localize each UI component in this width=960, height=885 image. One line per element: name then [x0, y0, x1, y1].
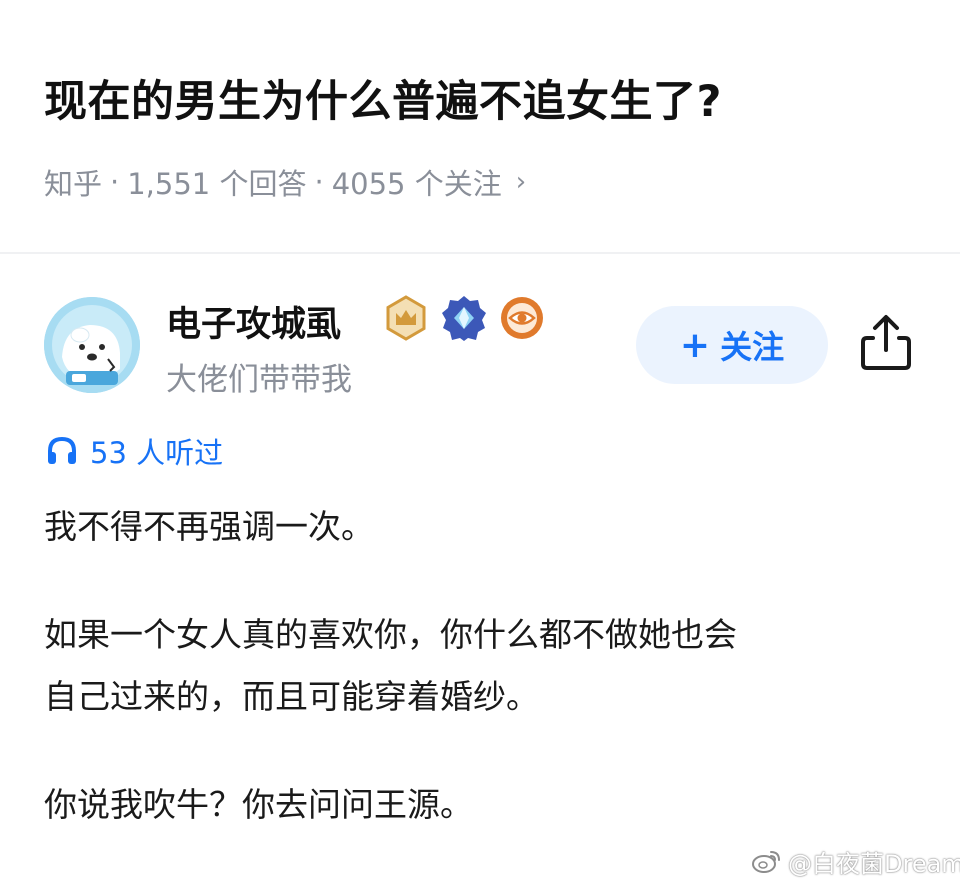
separator-dot: ·: [110, 165, 120, 199]
listen-count-text: 53 人听过: [90, 436, 224, 470]
crown-badge-icon[interactable]: [383, 295, 429, 341]
answers-count: 1,551 个回答: [127, 167, 307, 201]
answer-paragraph: 你说我吹牛？你去问问王源。: [44, 785, 473, 824]
author-avatar[interactable]: [44, 297, 140, 393]
share-icon[interactable]: [855, 312, 917, 374]
question-title[interactable]: 现在的男生为什么普遍不追女生了?: [44, 70, 924, 134]
answer-paragraph: 自己过来的，而且可能穿着婚纱。: [44, 677, 539, 716]
diamond-badge-icon[interactable]: [441, 295, 487, 341]
listen-count[interactable]: 53 人听过: [46, 430, 223, 472]
separator-dot: ·: [314, 165, 324, 199]
answer-paragraph: 我不得不再强调一次。: [44, 507, 374, 546]
divider: [0, 252, 960, 254]
answer-paragraph: 如果一个女人真的喜欢你，你什么都不做她也会: [44, 615, 737, 654]
chevron-right-icon: ›: [515, 167, 527, 197]
source-label: 知乎: [44, 167, 103, 201]
headphones-icon: [48, 436, 76, 464]
eye-badge-icon[interactable]: [499, 295, 545, 341]
author-bio: 大佬们带带我: [166, 362, 352, 398]
weibo-icon: [752, 851, 780, 873]
author-name[interactable]: 电子攻城虱: [166, 296, 341, 347]
plus-icon: +: [679, 324, 711, 366]
author-badges: [383, 295, 545, 341]
follow-label: 关注: [720, 328, 785, 366]
watermark-text: @白夜菌Dream: [788, 849, 960, 878]
question-meta[interactable]: 知乎 · 1,551 个回答 · 4055 个关注 ›: [44, 160, 526, 204]
follow-button[interactable]: + 关注: [636, 306, 828, 384]
followers-count: 4055 个关注: [331, 167, 502, 201]
watermark: @白夜菌Dream: [752, 842, 960, 880]
